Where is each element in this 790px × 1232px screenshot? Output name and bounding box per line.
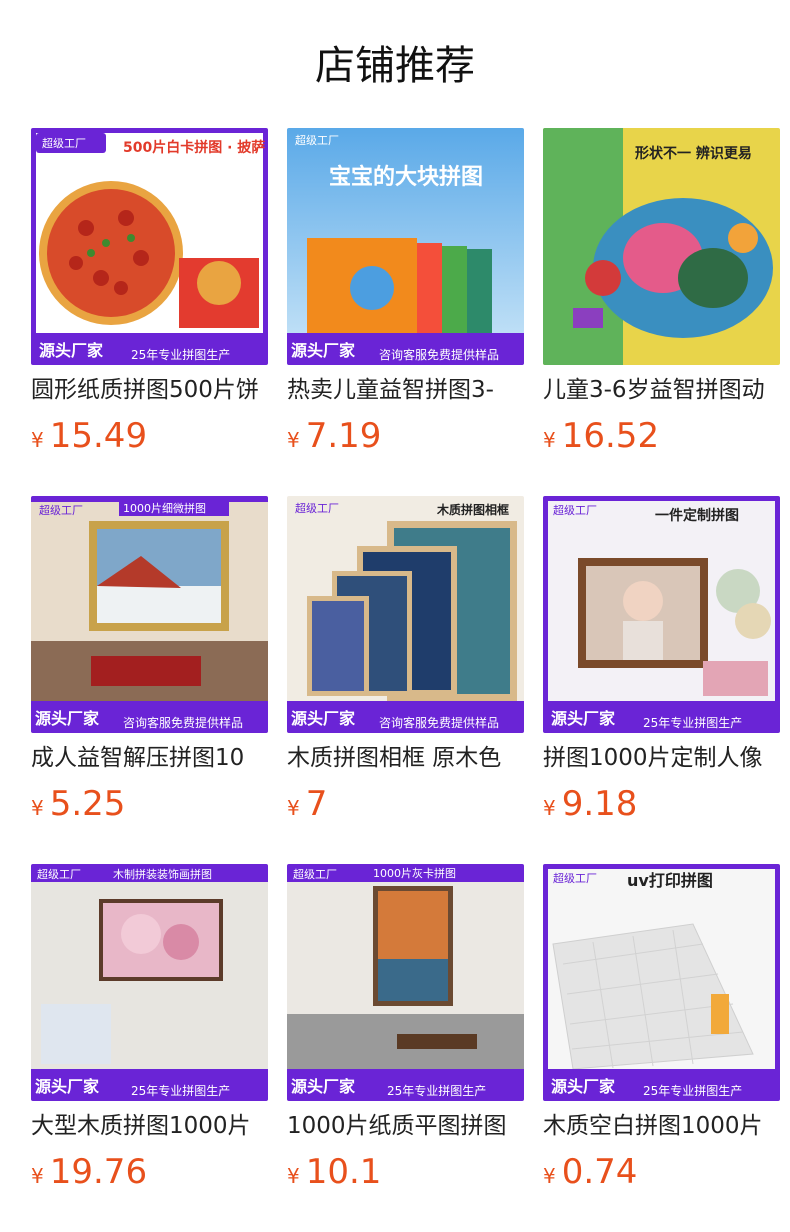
banner-left-text: 源头厂家 [35, 1077, 100, 1096]
product-name[interactable]: 热卖儿童益智拼图3- [287, 374, 524, 406]
price-value: 16.52 [561, 416, 660, 456]
banner-left-text: 源头厂家 [291, 709, 356, 728]
product-price: ¥0.74 [543, 1152, 637, 1192]
tagline-text: 木制拼装装饰画拼图 [113, 867, 212, 881]
currency-symbol: ¥ [287, 1164, 300, 1188]
tagline-text: 500片白卡拼图 · 披萨 [123, 139, 265, 156]
product-image[interactable]: 超级工厂 木质拼图相框 源头厂家 咨询客服免费提供样品 [287, 496, 524, 733]
product-name[interactable]: 木质空白拼图1000片 [543, 1110, 780, 1142]
badge-text: 超级工厂 [295, 501, 339, 515]
banner-right-text: 25年专业拼图生产 [387, 1083, 486, 1098]
product-card[interactable]: 超级工厂 宝宝的大块拼图 源头厂家 咨询客服免费提供样品 热卖儿童益智拼图3- … [287, 128, 524, 468]
banner-left-text: 源头厂家 [291, 1077, 356, 1096]
product-name[interactable]: 圆形纸质拼图500片饼 [31, 374, 268, 406]
price-value: 19.76 [49, 1152, 148, 1192]
product-image[interactable]: 形状不一 辨识更易 [543, 128, 780, 365]
price-value: 10.1 [305, 1152, 382, 1192]
product-card[interactable]: 形状不一 辨识更易 儿童3-6岁益智拼图动 ¥16.52 [543, 128, 780, 468]
banner-left-text: 源头厂家 [291, 341, 356, 360]
currency-symbol: ¥ [287, 428, 300, 452]
product-image[interactable]: 超级工厂 1000片细微拼图 源头厂家 咨询客服免费提供样品 [31, 496, 268, 733]
tagline-text: 木质拼图相框 [436, 502, 509, 517]
product-price: ¥7 [287, 784, 327, 824]
product-image[interactable]: 超级工厂 一件定制拼图 源头厂家 25年专业拼图生产 [543, 496, 780, 733]
product-price: ¥19.76 [31, 1152, 147, 1192]
tagline-text: 1000片灰卡拼图 [373, 866, 456, 880]
product-card[interactable]: 超级工厂 1000片灰卡拼图 源头厂家 25年专业拼图生产 1000片纸质平图拼… [287, 864, 524, 1204]
currency-symbol: ¥ [543, 1164, 556, 1188]
product-price: ¥9.18 [543, 784, 637, 824]
banner-right-text: 25年专业拼图生产 [131, 1083, 230, 1098]
tagline-text: uv打印拼图 [627, 871, 713, 890]
currency-symbol: ¥ [31, 1164, 44, 1188]
banner-left-text: 源头厂家 [35, 709, 100, 728]
price-value: 15.49 [49, 416, 148, 456]
product-card[interactable]: 超级工厂 一件定制拼图 源头厂家 25年专业拼图生产 拼图1000片定制人像 ¥… [543, 496, 780, 836]
banner-left-text: 源头厂家 [551, 709, 616, 728]
currency-symbol: ¥ [543, 796, 556, 820]
banner-right-text: 咨询客服免费提供样品 [379, 347, 499, 362]
badge-text: 超级工厂 [39, 503, 83, 517]
product-price: ¥7.19 [287, 416, 381, 456]
product-card[interactable]: 超级工厂 500片白卡拼图 · 披萨 源头厂家 25年专业拼图生产 圆形纸质拼图… [31, 128, 268, 468]
product-name[interactable]: 儿童3-6岁益智拼图动 [543, 374, 780, 406]
badge-text: 超级工厂 [42, 136, 86, 150]
currency-symbol: ¥ [31, 428, 44, 452]
tagline-text: 宝宝的大块拼图 [329, 164, 483, 190]
product-card[interactable]: 超级工厂 uv打印拼图 源头厂家 25年专业拼图生产 木质空白拼图1000片 ¥… [543, 864, 780, 1204]
badge-text: 超级工厂 [37, 867, 81, 881]
product-price: ¥15.49 [31, 416, 147, 456]
product-price: ¥10.1 [287, 1152, 381, 1192]
page-title: 店铺推荐 [315, 43, 475, 89]
currency-symbol: ¥ [31, 796, 44, 820]
banner-right-text: 25年专业拼图生产 [131, 347, 230, 362]
badge-text: 超级工厂 [553, 871, 597, 885]
currency-symbol: ¥ [287, 796, 300, 820]
product-name[interactable]: 木质拼图相框 原木色 [287, 742, 524, 774]
price-value: 7.19 [305, 416, 382, 456]
product-name[interactable]: 拼图1000片定制人像 [543, 742, 780, 774]
tagline-text: 一件定制拼图 [655, 507, 739, 524]
product-image[interactable]: 超级工厂 uv打印拼图 源头厂家 25年专业拼图生产 [543, 864, 780, 1101]
badge-text: 超级工厂 [553, 503, 597, 517]
banner-right-text: 25年专业拼图生产 [643, 1083, 742, 1098]
badge-text: 超级工厂 [295, 133, 339, 147]
banner-left-text: 源头厂家 [39, 341, 104, 360]
product-image[interactable]: 超级工厂 宝宝的大块拼图 源头厂家 咨询客服免费提供样品 [287, 128, 524, 365]
product-price: ¥5.25 [31, 784, 125, 824]
product-name[interactable]: 大型木质拼图1000片 [31, 1110, 268, 1142]
product-image[interactable]: 超级工厂 500片白卡拼图 · 披萨 源头厂家 25年专业拼图生产 [31, 128, 268, 365]
product-name[interactable]: 成人益智解压拼图10 [31, 742, 268, 774]
price-value: 0.74 [561, 1152, 638, 1192]
tagline-text: 1000片细微拼图 [123, 501, 206, 515]
product-card[interactable]: 超级工厂 1000片细微拼图 源头厂家 咨询客服免费提供样品 成人益智解压拼图1… [31, 496, 268, 836]
badge-text: 超级工厂 [293, 867, 337, 881]
currency-symbol: ¥ [543, 428, 556, 452]
banner-right-text: 咨询客服免费提供样品 [123, 715, 243, 730]
banner-right-text: 25年专业拼图生产 [643, 715, 742, 730]
banner-left-text: 源头厂家 [551, 1077, 616, 1096]
product-price: ¥16.52 [543, 416, 659, 456]
price-value: 9.18 [561, 784, 638, 824]
price-value: 7 [305, 784, 328, 824]
product-image[interactable]: 超级工厂 木制拼装装饰画拼图 源头厂家 25年专业拼图生产 [31, 864, 268, 1101]
product-card[interactable]: 超级工厂 木质拼图相框 源头厂家 咨询客服免费提供样品 木质拼图相框 原木色 ¥… [287, 496, 524, 836]
product-name[interactable]: 1000片纸质平图拼图 [287, 1110, 524, 1142]
product-image[interactable]: 超级工厂 1000片灰卡拼图 源头厂家 25年专业拼图生产 [287, 864, 524, 1101]
tagline-text: 形状不一 辨识更易 [635, 145, 752, 162]
banner-right-text: 咨询客服免费提供样品 [379, 715, 499, 730]
price-value: 5.25 [49, 784, 126, 824]
product-card[interactable]: 超级工厂 木制拼装装饰画拼图 源头厂家 25年专业拼图生产 大型木质拼图1000… [31, 864, 268, 1204]
